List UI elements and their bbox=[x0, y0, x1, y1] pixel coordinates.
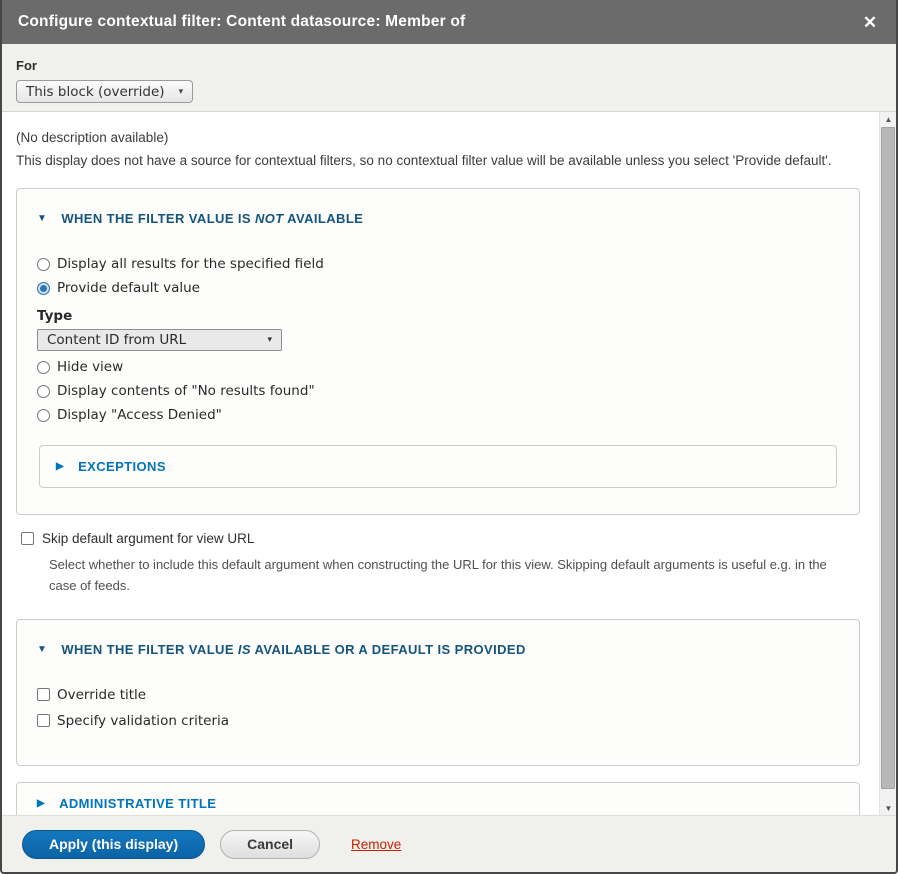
checkbox-specify-validation[interactable]: Specify validation criteria bbox=[37, 713, 839, 729]
checkbox-label[interactable]: Skip default argument for view URL bbox=[42, 531, 254, 546]
chevron-collapsed-icon: ▶ bbox=[37, 798, 45, 809]
for-label: For bbox=[16, 58, 882, 73]
radio-display-all-results[interactable]: Display all results for the specified fi… bbox=[37, 256, 839, 272]
fieldset-available-header[interactable]: ▼ WHEN THE FILTER VALUE IS AVAILABLE OR … bbox=[37, 634, 839, 665]
for-select-value: This block (override) bbox=[26, 84, 165, 100]
scroll-up-icon[interactable]: ▲ bbox=[880, 112, 896, 126]
dialog-titlebar: Configure contextual filter: Content dat… bbox=[2, 0, 896, 44]
skip-default-description: Select whether to include this default a… bbox=[49, 554, 850, 597]
dialog-body: (No description available) This display … bbox=[2, 112, 896, 815]
vertical-scrollbar[interactable]: ▲ ▼ bbox=[879, 112, 896, 815]
checkbox-label[interactable]: Override title bbox=[57, 687, 146, 703]
fieldset-exceptions-header[interactable]: ▶ EXCEPTIONS bbox=[56, 451, 820, 482]
remove-link[interactable]: Remove bbox=[351, 837, 401, 852]
close-icon[interactable]: ✕ bbox=[858, 10, 882, 34]
fieldset-administrative-title-header[interactable]: ▶ ADMINISTRATIVE TITLE bbox=[37, 788, 839, 815]
radio-label[interactable]: Display contents of "No results found" bbox=[57, 383, 315, 399]
dialog-title: Configure contextual filter: Content dat… bbox=[18, 13, 465, 31]
type-select[interactable]: Content ID from URL ▾ bbox=[37, 329, 282, 351]
fieldset-not-available-title: WHEN THE FILTER VALUE IS NOT AVAILABLE bbox=[61, 211, 363, 226]
radio-icon[interactable] bbox=[37, 409, 50, 422]
chevron-collapsed-icon: ▶ bbox=[56, 461, 64, 472]
radio-icon[interactable] bbox=[37, 385, 50, 398]
radio-access-denied[interactable]: Display "Access Denied" bbox=[37, 407, 839, 423]
fieldset-administrative-title: ▶ ADMINISTRATIVE TITLE bbox=[16, 782, 860, 815]
fieldset-administrative-title-title: ADMINISTRATIVE TITLE bbox=[59, 796, 216, 811]
radio-icon[interactable] bbox=[37, 258, 50, 271]
contextual-filter-dialog: Configure contextual filter: Content dat… bbox=[0, 0, 898, 874]
chevron-down-icon: ▾ bbox=[267, 335, 272, 345]
radio-icon[interactable] bbox=[37, 361, 50, 374]
for-select[interactable]: This block (override) ▾ bbox=[16, 80, 193, 103]
checkbox-icon[interactable] bbox=[37, 688, 50, 701]
checkbox-label[interactable]: Specify validation criteria bbox=[57, 713, 229, 729]
apply-button[interactable]: Apply (this display) bbox=[22, 830, 205, 859]
fieldset-available: ▼ WHEN THE FILTER VALUE IS AVAILABLE OR … bbox=[16, 619, 860, 766]
fieldset-exceptions: ▶ EXCEPTIONS bbox=[39, 445, 837, 488]
checkbox-icon[interactable] bbox=[21, 532, 34, 545]
radio-selected-icon[interactable] bbox=[37, 282, 50, 295]
type-label: Type bbox=[37, 308, 839, 324]
radio-label[interactable]: Display "Access Denied" bbox=[57, 407, 222, 423]
chevron-down-icon: ▾ bbox=[179, 87, 184, 97]
scrollbar-thumb[interactable] bbox=[881, 127, 895, 789]
for-section: For This block (override) ▾ bbox=[2, 44, 896, 112]
chevron-expanded-icon: ▼ bbox=[37, 644, 47, 655]
checkbox-icon[interactable] bbox=[37, 714, 50, 727]
chevron-expanded-icon: ▼ bbox=[37, 213, 47, 224]
type-select-value: Content ID from URL bbox=[47, 332, 186, 348]
radio-hide-view[interactable]: Hide view bbox=[37, 359, 839, 375]
checkbox-skip-default-argument[interactable]: Skip default argument for view URL bbox=[21, 531, 860, 546]
display-note-text: This display does not have a source for … bbox=[16, 153, 860, 168]
radio-provide-default[interactable]: Provide default value bbox=[37, 280, 839, 296]
radio-no-results[interactable]: Display contents of "No results found" bbox=[37, 383, 839, 399]
radio-label[interactable]: Provide default value bbox=[57, 280, 200, 296]
fieldset-exceptions-title: EXCEPTIONS bbox=[78, 459, 166, 474]
radio-label[interactable]: Display all results for the specified fi… bbox=[57, 256, 324, 272]
radio-label[interactable]: Hide view bbox=[57, 359, 123, 375]
scroll-down-icon[interactable]: ▼ bbox=[880, 801, 896, 815]
fieldset-available-title: WHEN THE FILTER VALUE IS AVAILABLE OR A … bbox=[61, 642, 525, 657]
checkbox-override-title[interactable]: Override title bbox=[37, 687, 839, 703]
cancel-button[interactable]: Cancel bbox=[220, 830, 320, 859]
fieldset-not-available-header[interactable]: ▼ WHEN THE FILTER VALUE IS NOT AVAILABLE bbox=[37, 203, 839, 234]
dialog-footer: Apply (this display) Cancel Remove bbox=[2, 815, 896, 872]
no-description-text: (No description available) bbox=[16, 130, 860, 145]
fieldset-not-available: ▼ WHEN THE FILTER VALUE IS NOT AVAILABLE… bbox=[16, 188, 860, 515]
